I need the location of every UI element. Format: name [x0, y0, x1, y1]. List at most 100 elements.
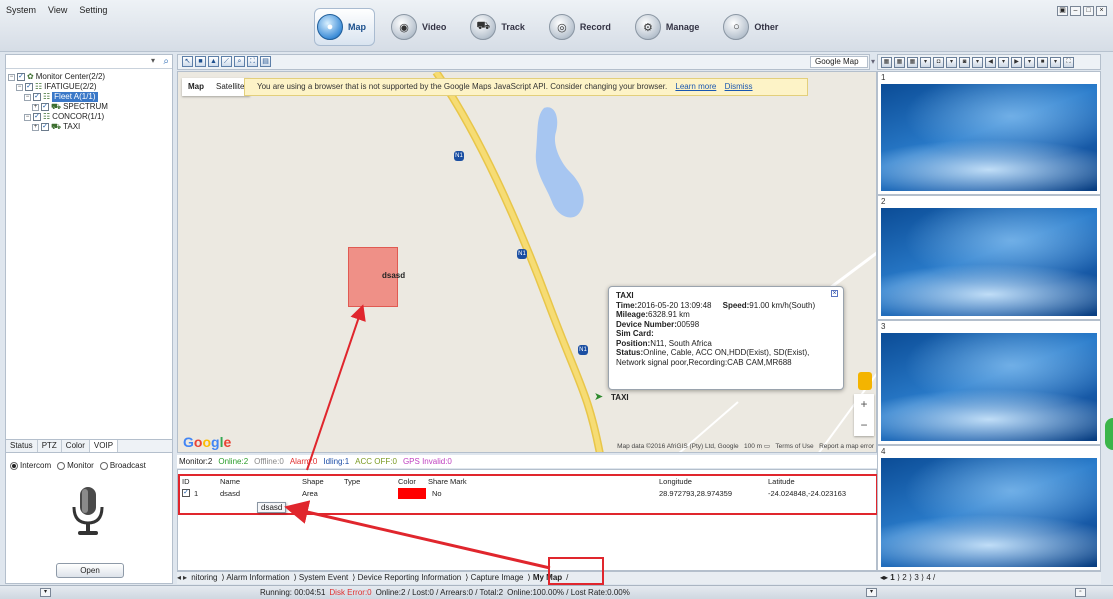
polygon-tool-icon[interactable]: ▲: [208, 56, 219, 67]
col-id[interactable]: ID: [182, 476, 190, 487]
chevron-down-icon[interactable]: ▾: [1024, 56, 1035, 68]
module-record[interactable]: ◎ Record: [547, 8, 619, 46]
tree-node-concor[interactable]: − ✓ ☷ CONCOR(1/1): [8, 112, 170, 122]
tab-scroll-right-icon[interactable]: ▸: [183, 573, 187, 582]
tab-monitoring[interactable]: nitoring: [191, 573, 217, 582]
zoom-out-button[interactable]: −: [854, 415, 874, 436]
checkbox-icon[interactable]: ✓: [33, 113, 41, 121]
map-view[interactable]: N1 N1 N1 Map Satellite You are using a b…: [177, 71, 877, 453]
pointer-tool-icon[interactable]: ↖: [182, 56, 193, 67]
tab-ptz[interactable]: PTZ: [38, 440, 62, 452]
capture-icon[interactable]: ◘: [933, 56, 944, 68]
collapse-panel-icon[interactable]: ▾: [866, 588, 877, 597]
tab-scroll-left-icon[interactable]: ◂: [177, 573, 181, 582]
col-longitude[interactable]: Longitude: [659, 476, 692, 487]
chevron-down-icon[interactable]: ▾: [972, 56, 983, 68]
maximize-icon[interactable]: □: [1083, 6, 1094, 16]
checkbox-icon[interactable]: ✓: [41, 103, 49, 111]
tab-alarm-information[interactable]: Alarm Information: [226, 573, 289, 582]
rectangle-tool-icon[interactable]: ■: [195, 56, 206, 67]
fit-view-icon[interactable]: ⛶: [247, 56, 258, 67]
col-shape[interactable]: Shape: [302, 476, 324, 487]
zoom-in-button[interactable]: +: [854, 394, 874, 415]
close-icon[interactable]: ×: [1096, 6, 1107, 16]
map-type-map[interactable]: Map: [182, 78, 210, 96]
video-page-2[interactable]: 2: [902, 573, 906, 582]
module-other[interactable]: ○ Other: [721, 8, 786, 46]
tree-node-monitor-center[interactable]: − ✓ ✿ Monitor Center(2/2): [8, 72, 170, 82]
checkbox-icon[interactable]: ✓: [17, 73, 25, 81]
module-map[interactable]: ● Map: [314, 8, 375, 46]
tree-node-taxi[interactable]: + ✓ ⛟ TAXI: [8, 122, 170, 132]
play-icon[interactable]: ▶: [1011, 56, 1022, 68]
collapse-icon[interactable]: −: [24, 113, 31, 121]
tab-system-event[interactable]: System Event: [299, 573, 348, 582]
video-pane-3[interactable]: 3: [877, 320, 1101, 445]
layout-9-icon[interactable]: ▦: [907, 56, 918, 68]
col-latitude[interactable]: Latitude: [768, 476, 795, 487]
radio-broadcast[interactable]: Broadcast: [99, 461, 146, 470]
chevron-down-icon[interactable]: ▾: [946, 56, 957, 68]
table-row[interactable]: ✓ 1 dsasd Area No 28.972793,28.974359 -2…: [178, 488, 878, 499]
tree-node-fleet-a[interactable]: − ✓ ☷ Fleet A(1/1): [8, 92, 170, 102]
tab-device-reporting[interactable]: Device Reporting Information: [358, 573, 462, 582]
col-color[interactable]: Color: [398, 476, 416, 487]
video-page-3[interactable]: 3: [914, 573, 918, 582]
map-provider-select[interactable]: Google Map: [810, 56, 875, 68]
module-manage[interactable]: ⚙ Manage: [633, 8, 708, 46]
tab-color[interactable]: Color: [62, 440, 90, 452]
lock-icon[interactable]: ▣: [1057, 6, 1068, 16]
layout-4-icon[interactable]: ▦: [894, 56, 905, 68]
stop-icon[interactable]: ■: [1037, 56, 1048, 68]
collapse-icon[interactable]: −: [16, 83, 23, 91]
vehicle-marker-icon[interactable]: ➤: [594, 390, 603, 403]
sound-icon[interactable]: ◀: [985, 56, 996, 68]
tab-capture-image[interactable]: Capture Image: [471, 573, 524, 582]
module-track[interactable]: ⛟ Track: [468, 8, 533, 46]
page-next-icon[interactable]: ▸: [884, 573, 888, 582]
learn-more-link[interactable]: Learn more: [675, 82, 716, 91]
menu-system[interactable]: System: [6, 5, 36, 15]
video-page-4[interactable]: 4: [926, 573, 930, 582]
dismiss-link[interactable]: Dismiss: [725, 82, 753, 91]
side-handle[interactable]: [1105, 418, 1113, 450]
tree-node-spectrum[interactable]: + ✓ ⛟ SPECTRUM: [8, 102, 170, 112]
report-error-link[interactable]: Report a map error: [819, 443, 874, 450]
expand-icon[interactable]: +: [32, 123, 39, 131]
checkbox-icon[interactable]: ✓: [25, 83, 33, 91]
tree-node-ifatigue[interactable]: − ✓ ☷ IFATIGUE(2/2): [8, 82, 170, 92]
search-icon[interactable]: ⌕: [163, 56, 169, 67]
open-voip-button[interactable]: Open: [56, 563, 124, 578]
tab-voip[interactable]: VOIP: [89, 440, 119, 452]
minimize-icon[interactable]: –: [1070, 6, 1081, 16]
col-name[interactable]: Name: [220, 476, 240, 487]
col-type[interactable]: Type: [344, 476, 360, 487]
menu-view[interactable]: View: [48, 5, 67, 15]
tab-status[interactable]: Status: [6, 440, 38, 452]
chevron-down-icon[interactable]: ▾: [151, 56, 155, 65]
zoom-tool-icon[interactable]: ⌕: [234, 56, 245, 67]
collapse-icon[interactable]: −: [8, 73, 15, 81]
expand-icon[interactable]: +: [32, 103, 39, 111]
expand-panel-icon[interactable]: ▫: [1075, 588, 1086, 597]
col-mark[interactable]: Mark: [450, 476, 467, 487]
row-checkbox-icon[interactable]: ✓: [182, 489, 190, 497]
chevron-down-icon[interactable]: ▾: [998, 56, 1009, 68]
chevron-down-icon[interactable]: ▾: [920, 56, 931, 68]
record-video-icon[interactable]: ◙: [959, 56, 970, 68]
col-share[interactable]: Share: [428, 476, 448, 487]
collapse-panel-icon[interactable]: ▾: [40, 588, 51, 597]
line-tool-icon[interactable]: ⟋: [221, 56, 232, 67]
device-search[interactable]: ▾ ⌕: [6, 55, 172, 69]
menu-setting[interactable]: Setting: [79, 5, 107, 15]
street-view-icon[interactable]: [858, 372, 872, 390]
video-pane-1[interactable]: 1: [877, 71, 1101, 195]
close-icon[interactable]: ×: [831, 290, 838, 297]
chevron-down-icon[interactable]: ▾: [1050, 56, 1061, 68]
checkbox-icon[interactable]: ✓: [41, 123, 49, 131]
radio-intercom[interactable]: Intercom: [10, 461, 51, 470]
video-pane-2[interactable]: 2: [877, 195, 1101, 320]
fullscreen-icon[interactable]: ⛶: [1063, 56, 1074, 68]
terms-link[interactable]: Terms of Use: [775, 443, 813, 450]
collapse-icon[interactable]: −: [24, 93, 31, 101]
